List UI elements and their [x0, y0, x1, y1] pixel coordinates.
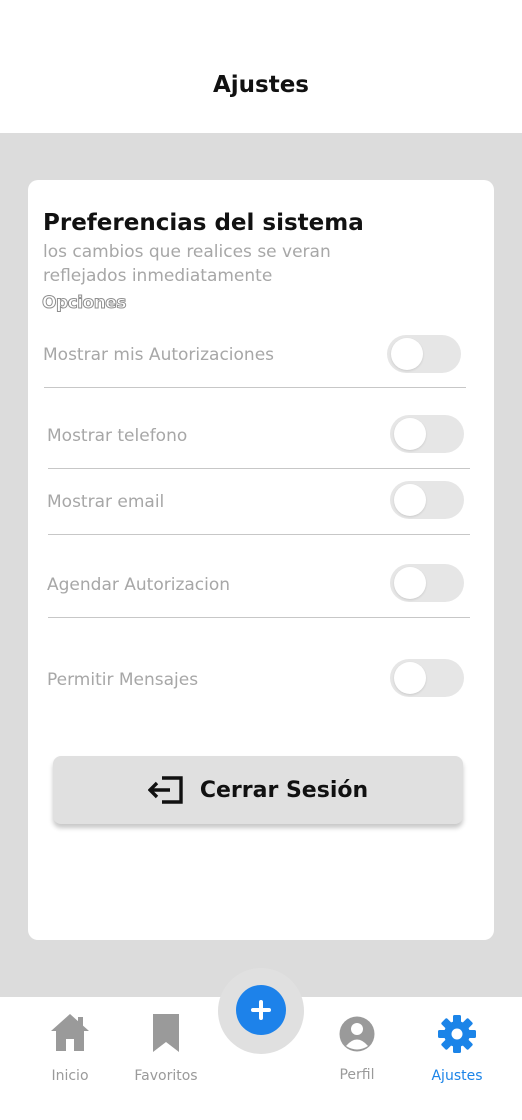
- logout-button[interactable]: Cerrar Sesión: [53, 756, 463, 824]
- card-title: Preferencias del sistema: [43, 210, 364, 236]
- tab-label: Perfil: [339, 1067, 375, 1083]
- tab-ajustes[interactable]: Ajustes: [407, 997, 507, 1107]
- tab-inicio[interactable]: Inicio: [20, 997, 120, 1107]
- logout-icon: [147, 776, 183, 804]
- setting-label-mensajes: Permitir Mensajes: [47, 670, 199, 690]
- tab-label: Inicio: [51, 1068, 89, 1084]
- header: Ajustes: [0, 0, 522, 133]
- page-title: Ajustes: [212, 72, 310, 98]
- divider: [48, 617, 470, 618]
- toggle-knob: [391, 338, 423, 370]
- tab-favoritos[interactable]: Favoritos: [116, 997, 216, 1107]
- profile-icon: [339, 1016, 375, 1052]
- toggle-knob: [394, 418, 426, 450]
- tab-perfil[interactable]: Perfil: [307, 997, 407, 1107]
- toggle-agendar-autorizacion[interactable]: [390, 564, 464, 602]
- toggle-permitir-mensajes[interactable]: [390, 659, 464, 697]
- toggle-mostrar-autorizaciones[interactable]: [387, 335, 461, 373]
- gear-icon: [438, 1015, 476, 1053]
- home-icon: [51, 1014, 89, 1051]
- setting-label-telefono: Mostrar telefono: [47, 426, 188, 446]
- section-label-opciones: Opciones: [42, 293, 127, 314]
- toggle-knob: [394, 662, 426, 694]
- toggle-knob: [394, 567, 426, 599]
- toggle-knob: [394, 484, 426, 516]
- tab-label: Favoritos: [134, 1068, 198, 1084]
- setting-label-agendar: Agendar Autorizacion: [47, 575, 231, 595]
- divider: [44, 387, 466, 388]
- divider: [48, 534, 470, 535]
- setting-label-email: Mostrar email: [47, 492, 165, 512]
- card-description: los cambios que realices se veran reflej…: [43, 242, 331, 286]
- logout-label: Cerrar Sesión: [199, 777, 369, 803]
- divider: [48, 468, 470, 469]
- setting-label-autorizaciones: Mostrar mis Autorizaciones: [43, 345, 275, 365]
- toggle-mostrar-telefono[interactable]: [390, 415, 464, 453]
- add-button[interactable]: [236, 985, 286, 1035]
- settings-card: Preferencias del sistema los cambios que…: [28, 180, 494, 940]
- bookmark-icon: [153, 1014, 179, 1052]
- toggle-mostrar-email[interactable]: [390, 481, 464, 519]
- tab-label: Ajustes: [431, 1068, 483, 1084]
